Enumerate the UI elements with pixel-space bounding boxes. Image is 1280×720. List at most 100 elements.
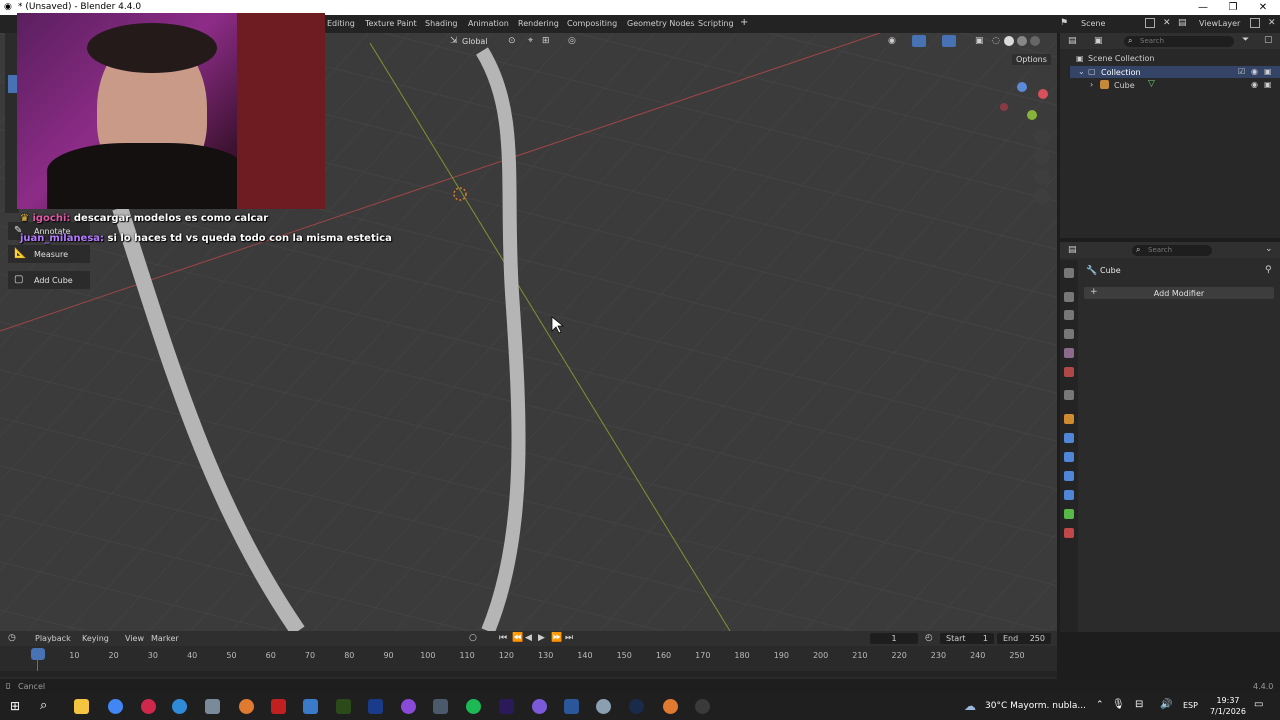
view-layer-name[interactable]: ViewLayer (1199, 19, 1240, 28)
gizmo-toggle-icon[interactable] (912, 35, 926, 47)
app-icon-2[interactable] (401, 699, 416, 714)
tab-compositing[interactable]: Compositing (567, 19, 617, 28)
tab-geometry-nodes[interactable]: Geometry Nodes (627, 19, 694, 28)
scene-name[interactable]: Scene (1081, 19, 1105, 28)
pivot-icon[interactable]: ⊙ (508, 36, 516, 46)
next-key-icon[interactable]: ⏩ (551, 633, 562, 643)
tool-measure[interactable]: 📐 Measure (8, 245, 90, 263)
display-mode-icon[interactable]: ▣ (1094, 36, 1103, 46)
clock-icon[interactable]: ◴ (925, 633, 933, 643)
cube-camera-icon[interactable]: ▣ (1264, 80, 1272, 89)
view-menu[interactable]: View (125, 634, 144, 643)
edge-icon[interactable] (172, 699, 187, 714)
properties-options-icon[interactable]: ⌄ (1265, 244, 1273, 254)
blender-active-icon[interactable] (663, 699, 678, 714)
timeline-scrollbar[interactable] (0, 671, 1057, 677)
app-icon-1[interactable] (205, 699, 220, 714)
view-layer-tab-icon[interactable] (1064, 329, 1074, 339)
app-icon-3[interactable] (433, 699, 448, 714)
pin-icon[interactable]: ⚲ (1265, 265, 1272, 275)
file-explorer-icon[interactable] (74, 699, 89, 714)
orientation-dropdown[interactable]: Global (462, 37, 488, 46)
collection-item[interactable]: Collection (1101, 68, 1141, 77)
add-modifier-button[interactable]: + Add Modifier (1084, 287, 1274, 299)
properties-editor-icon[interactable]: ▤ (1068, 245, 1077, 255)
new-scene-icon[interactable] (1145, 18, 1155, 28)
obs-icon[interactable] (695, 699, 710, 714)
start-icon[interactable]: ⊞ (10, 699, 20, 713)
clock-date[interactable]: 7/1/2026 (1204, 707, 1252, 716)
chevron-right-icon[interactable]: › (1090, 80, 1093, 89)
filter-icon[interactable]: ⏷ (1242, 35, 1249, 45)
current-frame-field[interactable]: 1 (870, 633, 918, 644)
spotify-icon[interactable] (466, 699, 481, 714)
marker-menu[interactable]: Marker (151, 634, 179, 643)
scene-collection-item[interactable]: Scene Collection (1088, 54, 1155, 63)
play-icon[interactable]: ▶ (538, 633, 545, 643)
app-icon-4[interactable] (596, 699, 611, 714)
playback-menu[interactable]: Playback (35, 634, 71, 643)
end-frame-field[interactable]: End 250 (997, 633, 1051, 644)
collection-checkbox-icon[interactable]: ☑ (1238, 67, 1245, 76)
taskbar-search-icon[interactable]: ⌕ (40, 698, 47, 713)
zoom-icon[interactable] (1034, 129, 1050, 145)
material-shading-icon[interactable] (1017, 36, 1027, 46)
solid-shading-icon[interactable] (1004, 36, 1014, 46)
playhead[interactable] (31, 648, 45, 660)
scene-tab-icon[interactable] (1064, 348, 1074, 358)
tray-expand-icon[interactable]: ⌃ (1096, 700, 1104, 710)
visibility-icon[interactable]: ◉ (888, 36, 896, 46)
pt-icon[interactable] (336, 699, 351, 714)
recorder-icon[interactable] (271, 699, 286, 714)
material-tab-icon[interactable] (1064, 528, 1074, 538)
camera-icon[interactable]: ▣ (1264, 67, 1272, 76)
snap-icon[interactable]: ⌖ (528, 36, 533, 46)
rendered-shading-icon[interactable] (1030, 36, 1040, 46)
tab-texture-paint[interactable]: Texture Paint (365, 19, 417, 28)
new-view-layer-icon[interactable] (1250, 18, 1260, 28)
overlay-toggle-icon[interactable] (942, 35, 956, 47)
tool-add-cube[interactable]: ▢ Add Cube (8, 271, 90, 289)
chevron-down-icon[interactable]: ⌄ (1078, 67, 1085, 76)
network-icon[interactable]: ⊟ (1135, 699, 1143, 710)
tab-scripting[interactable]: Scripting (698, 19, 734, 28)
tab-shading[interactable]: Shading (425, 19, 458, 28)
v-icon[interactable] (368, 699, 383, 714)
object-tab-icon[interactable] (1064, 414, 1074, 424)
tool-tab-icon[interactable] (1064, 268, 1074, 278)
mesh-data-icon[interactable]: ▽ (1148, 79, 1155, 89)
maximize-button[interactable]: ❐ (1218, 0, 1248, 15)
after-effects-icon[interactable] (499, 699, 514, 714)
language-indicator[interactable]: ESP (1183, 701, 1198, 710)
eye-icon[interactable]: ◉ (1251, 67, 1258, 76)
pan-hand-icon[interactable] (1034, 149, 1050, 165)
world-tab-icon[interactable] (1064, 367, 1074, 377)
prev-key-icon[interactable]: ⏪ (512, 633, 523, 643)
weather-text[interactable]: 30°C Mayorm. nubla... (985, 701, 1086, 711)
tab-animation[interactable]: Animation (468, 19, 509, 28)
chrome-icon[interactable] (108, 699, 123, 714)
constraints-tab-icon[interactable] (1064, 490, 1074, 500)
photos-icon[interactable] (303, 699, 318, 714)
clock-time[interactable]: 19:37 (1210, 696, 1246, 705)
particles-tab-icon[interactable] (1064, 452, 1074, 462)
steam-icon[interactable] (629, 699, 644, 714)
volume-icon[interactable]: 🔊 (1160, 699, 1172, 710)
keying-menu[interactable]: Keying (82, 634, 109, 643)
play-reverse-icon[interactable]: ◀ (525, 633, 532, 643)
wireframe-shading-icon[interactable]: ◌ (992, 36, 1000, 46)
editor-type-icon[interactable]: ▤ (1068, 36, 1077, 46)
auto-key-icon[interactable]: ○ (469, 633, 477, 643)
opera-icon[interactable] (141, 699, 156, 714)
options-button[interactable]: Options (1012, 54, 1051, 65)
microphone-icon[interactable]: 🎙 (1112, 699, 1125, 710)
collection-tab-icon[interactable] (1064, 390, 1074, 400)
new-collection-icon[interactable]: ▢ (1264, 35, 1273, 45)
discord-icon[interactable] (532, 699, 547, 714)
properties-search-input[interactable]: ⌕ Search (1132, 245, 1212, 256)
notification-icon[interactable]: ▭ (1254, 699, 1263, 710)
output-tab-icon[interactable] (1064, 310, 1074, 320)
modifier-tab-icon[interactable] (1064, 433, 1074, 443)
xray-icon[interactable]: ▣ (975, 36, 984, 46)
render-tab-icon[interactable] (1064, 292, 1074, 302)
